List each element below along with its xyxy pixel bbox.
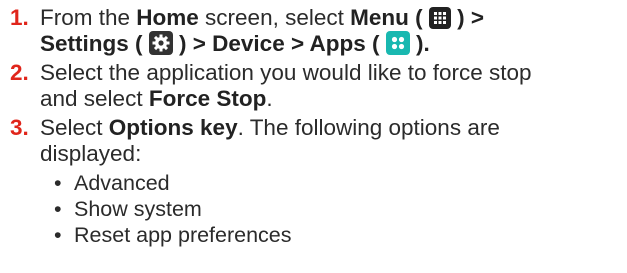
settings-label: Settings <box>40 31 129 56</box>
step-2: 2. Select the application you would like … <box>10 61 532 84</box>
step-number: 3. <box>10 115 29 140</box>
paren-open: ( <box>408 5 429 30</box>
bullet-text: Show system <box>74 197 202 221</box>
settings-gear-icon <box>148 31 173 55</box>
list-item: • Advanced <box>54 171 170 195</box>
step-text: From the <box>40 5 137 30</box>
step-text: displayed: <box>40 141 142 166</box>
force-stop-label: Force Stop <box>148 86 267 111</box>
menu-grid-icon <box>428 7 451 29</box>
apps-icon <box>385 31 410 55</box>
step-1: 1. From the Home screen, select Menu ( ) … <box>10 6 484 29</box>
instruction-document: 1. From the Home screen, select Menu ( ) … <box>0 0 627 273</box>
step-text: Select <box>40 115 109 140</box>
separator: ) > <box>172 31 213 56</box>
list-item: • Show system <box>54 197 202 221</box>
step-text: Select the application you would like to… <box>40 60 532 85</box>
step-1-line-2: Settings ( ) > Device > Apps (). <box>40 31 430 55</box>
step-text: . <box>266 86 273 111</box>
bullet-text: Reset app preferences <box>74 223 292 247</box>
step-number: 2. <box>10 60 29 85</box>
step-text: and select <box>40 86 149 111</box>
paren-open: ( <box>128 31 149 56</box>
separator: > <box>284 31 310 56</box>
apps-label: Apps <box>309 31 366 56</box>
paren-close: ) > <box>450 5 485 30</box>
step-2-line-2: and select Force Stop. <box>40 87 273 110</box>
menu-label: Menu <box>350 5 409 30</box>
step-number: 1. <box>10 5 29 30</box>
device-label: Device <box>212 31 285 56</box>
paren-close: ). <box>409 31 430 56</box>
step-3-line-2: displayed: <box>40 142 141 165</box>
home-label: Home <box>136 5 199 30</box>
bullet-text: Advanced <box>74 171 170 195</box>
options-key-label: Options key <box>108 115 238 140</box>
step-text: . The following options are <box>237 115 500 140</box>
step-text: screen, select <box>198 5 351 30</box>
paren-open: ( <box>365 31 386 56</box>
step-3: 3. Select Options key. The following opti… <box>10 116 500 139</box>
list-item: • Reset app preferences <box>54 223 292 247</box>
